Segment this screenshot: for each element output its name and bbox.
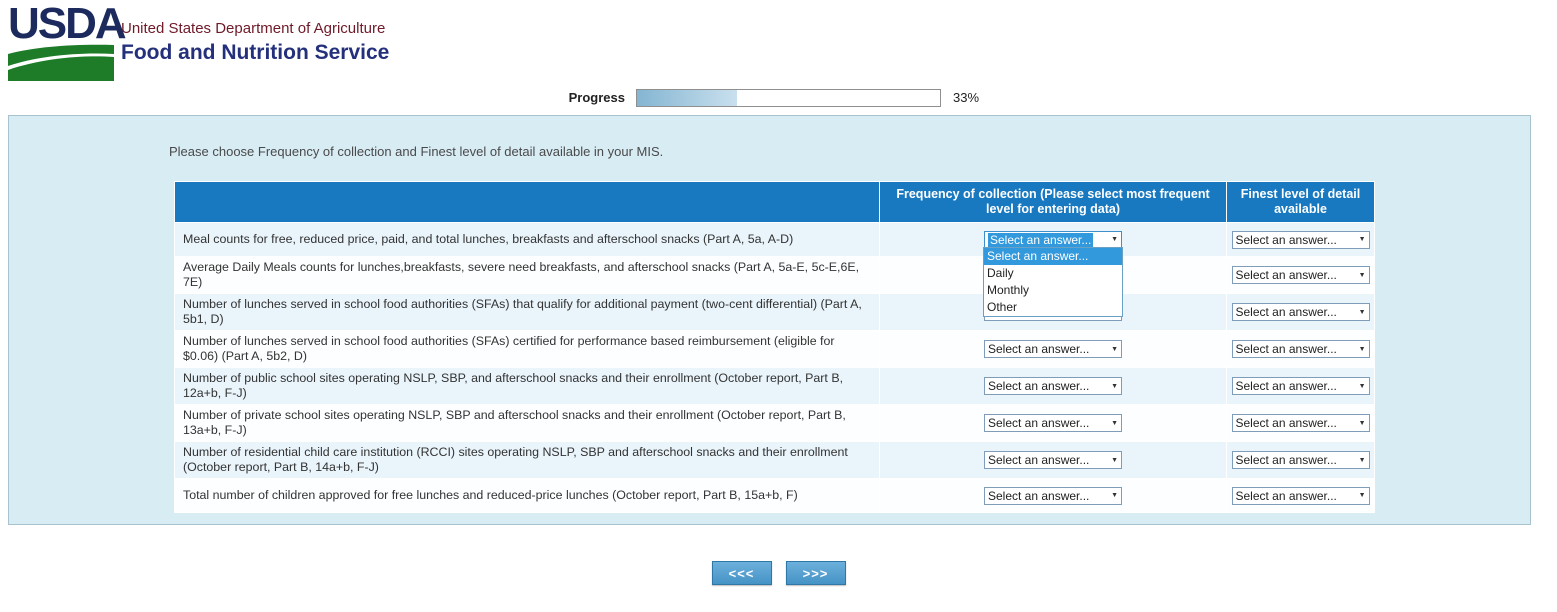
- select-value: Select an answer...: [1236, 342, 1337, 356]
- frequency-dropdown-list: Select an answer... Daily Monthly Other: [983, 247, 1123, 317]
- row-label: Number of private school sites operating…: [175, 405, 880, 442]
- row-label: Number of residential child care institu…: [175, 442, 880, 479]
- select-value: Select an answer...: [1236, 453, 1337, 467]
- page: USDA United States Department of Agricul…: [0, 0, 1557, 612]
- select-value: Select an answer...: [1236, 379, 1337, 393]
- select-value: Select an answer...: [1236, 268, 1337, 282]
- select-value: Select an answer...: [988, 416, 1089, 430]
- progress-percent: 33%: [953, 90, 979, 105]
- select-value: Select an answer...: [988, 342, 1089, 356]
- next-button[interactable]: >>>: [786, 561, 846, 585]
- table-row: Total number of children approved for fr…: [175, 479, 1375, 513]
- usda-logo-text: USDA: [8, 0, 120, 48]
- detail-select-row-7[interactable]: Select an answer... ▼: [1232, 451, 1370, 469]
- table-row: Number of public school sites operating …: [175, 368, 1375, 405]
- select-value: Select an answer...: [1236, 416, 1337, 430]
- back-button[interactable]: <<<: [712, 561, 772, 585]
- chevron-down-icon: ▼: [1356, 383, 1369, 390]
- select-value: Select an answer...: [1236, 233, 1337, 247]
- header-spacer: [175, 182, 880, 223]
- detail-select-row-4[interactable]: Select an answer... ▼: [1232, 340, 1370, 358]
- frequency-select-row-1[interactable]: Select an answer... ▼: [984, 231, 1122, 249]
- table-row: Number of residential child care institu…: [175, 442, 1375, 479]
- select-value: Select an answer...: [1236, 489, 1337, 503]
- dropdown-option-select-an-answer[interactable]: Select an answer...: [984, 248, 1122, 265]
- frequency-select-row-7[interactable]: Select an answer... ▼: [984, 451, 1122, 469]
- header-frequency: Frequency of collection (Please select m…: [880, 182, 1227, 223]
- table-row: Number of private school sites operating…: [175, 405, 1375, 442]
- row-label: Number of lunches served in school food …: [175, 331, 880, 368]
- dropdown-option-other[interactable]: Other: [984, 299, 1122, 316]
- chevron-down-icon: ▼: [1108, 236, 1121, 243]
- chevron-down-icon: ▼: [1108, 383, 1121, 390]
- row-label: Meal counts for free, reduced price, pai…: [175, 223, 880, 257]
- department-name: United States Department of Agriculture: [121, 20, 385, 37]
- chevron-down-icon: ▼: [1108, 420, 1121, 427]
- agency-name: Food and Nutrition Service: [121, 41, 389, 65]
- detail-select-row-1[interactable]: Select an answer... ▼: [1232, 231, 1370, 249]
- chevron-down-icon: ▼: [1356, 346, 1369, 353]
- table-row: Meal counts for free, reduced price, pai…: [175, 223, 1375, 257]
- chevron-down-icon: ▼: [1108, 492, 1121, 499]
- frequency-select-row-8[interactable]: Select an answer... ▼: [984, 487, 1122, 505]
- dropdown-option-daily[interactable]: Daily: [984, 265, 1122, 282]
- detail-select-row-2[interactable]: Select an answer... ▼: [1232, 266, 1370, 284]
- row-label: Number of public school sites operating …: [175, 368, 880, 405]
- detail-select-row-5[interactable]: Select an answer... ▼: [1232, 377, 1370, 395]
- frequency-select-row-4[interactable]: Select an answer... ▼: [984, 340, 1122, 358]
- row-label: Number of lunches served in school food …: [175, 294, 880, 331]
- usda-logo-swoosh-icon: [8, 44, 114, 81]
- frequency-select-row-5[interactable]: Select an answer... ▼: [984, 377, 1122, 395]
- chevron-down-icon: ▼: [1108, 457, 1121, 464]
- survey-table: Frequency of collection (Please select m…: [174, 181, 1375, 513]
- chevron-down-icon: ▼: [1356, 492, 1369, 499]
- progress-fill: [637, 90, 737, 106]
- select-value: Select an answer...: [988, 489, 1089, 503]
- chevron-down-icon: ▼: [1108, 346, 1121, 353]
- usda-logo: USDA: [8, 0, 120, 84]
- detail-select-row-6[interactable]: Select an answer... ▼: [1232, 414, 1370, 432]
- detail-select-row-8[interactable]: Select an answer... ▼: [1232, 487, 1370, 505]
- progress-label: Progress: [500, 90, 625, 105]
- survey-panel: Please choose Frequency of collection an…: [8, 115, 1531, 525]
- chevron-down-icon: ▼: [1356, 309, 1369, 316]
- table-row: Number of lunches served in school food …: [175, 331, 1375, 368]
- row-label: Total number of children approved for fr…: [175, 479, 880, 513]
- row-label: Average Daily Meals counts for lunches,b…: [175, 257, 880, 294]
- progress-bar: [636, 89, 941, 107]
- chevron-down-icon: ▼: [1356, 236, 1369, 243]
- chevron-down-icon: ▼: [1356, 272, 1369, 279]
- detail-select-row-3[interactable]: Select an answer... ▼: [1232, 303, 1370, 321]
- table-row: Number of lunches served in school food …: [175, 294, 1375, 331]
- header-detail: Finest level of detail available: [1227, 182, 1375, 223]
- table-row: Average Daily Meals counts for lunches,b…: [175, 257, 1375, 294]
- select-value: Select an answer...: [988, 379, 1089, 393]
- table-header-row: Frequency of collection (Please select m…: [175, 182, 1375, 223]
- select-value: Select an answer...: [988, 233, 1093, 247]
- chevron-down-icon: ▼: [1356, 420, 1369, 427]
- select-value: Select an answer...: [1236, 305, 1337, 319]
- frequency-select-row-6[interactable]: Select an answer... ▼: [984, 414, 1122, 432]
- chevron-down-icon: ▼: [1356, 457, 1369, 464]
- dropdown-option-monthly[interactable]: Monthly: [984, 282, 1122, 299]
- instruction-text: Please choose Frequency of collection an…: [169, 144, 663, 159]
- nav-buttons: <<< >>>: [0, 561, 1557, 585]
- select-value: Select an answer...: [988, 453, 1089, 467]
